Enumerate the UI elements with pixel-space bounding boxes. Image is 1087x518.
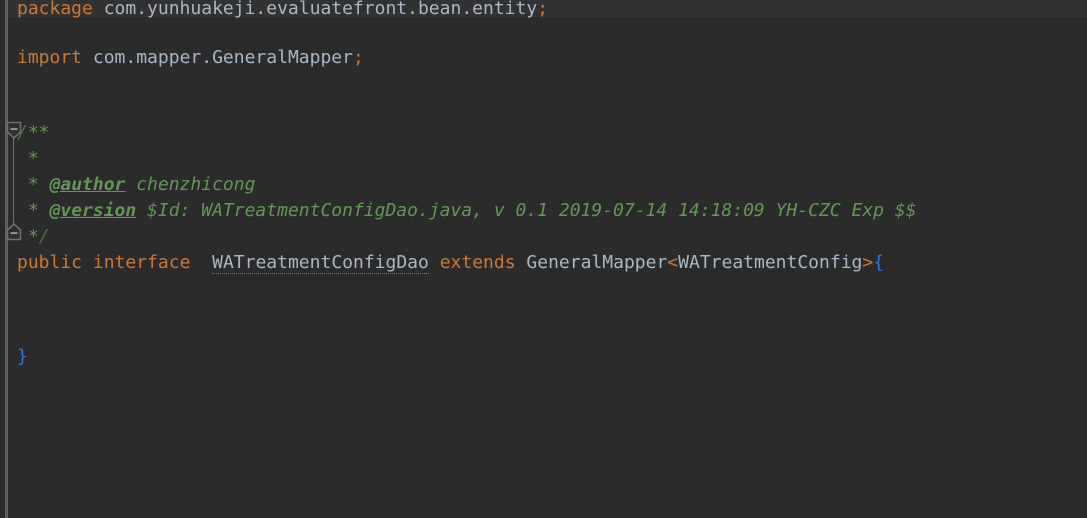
generic-open-bracket: < [667, 252, 679, 273]
code-line-package[interactable]: package com.yunhuakeji.evaluatefront.bea… [17, 0, 548, 22]
code-editor-window[interactable]: package com.yunhuakeji.evaluatefront.bea… [0, 0, 1087, 518]
import-name: com.mapper.GeneralMapper [92, 47, 353, 68]
javadoc-open-stars: ** [27, 122, 50, 143]
closing-brace: } [17, 346, 28, 367]
javadoc-author-value: chenzhicong [125, 174, 256, 195]
code-line-javadoc-version[interactable]: * @version $Id: WATreatmentConfigDao.jav… [17, 198, 917, 224]
interface-type-name[interactable]: WATreatmentConfigDao [212, 252, 429, 274]
generic-close-bracket: > [862, 252, 874, 273]
super-type-name[interactable]: GeneralMapper [526, 252, 667, 273]
javadoc-tag-author: @author [49, 174, 126, 195]
code-line-closing-brace[interactable]: } [17, 344, 28, 370]
code-line-javadoc-open[interactable]: /** [17, 120, 50, 146]
code-line-javadoc-author[interactable]: * @author chenzhicong [17, 172, 256, 198]
code-line-import[interactable]: import com.mapper.GeneralMapper; [17, 45, 364, 71]
semicolon: ; [537, 0, 549, 19]
javadoc-star: * [17, 200, 50, 221]
generic-type-argument[interactable]: WATreatmentConfig [678, 252, 862, 273]
javadoc-close-slash: / [38, 226, 50, 247]
keyword-package: package [17, 0, 93, 19]
keyword-import: import [17, 47, 83, 68]
keyword-public: public [17, 252, 83, 273]
code-content[interactable]: package com.yunhuakeji.evaluatefront.bea… [0, 0, 1087, 518]
code-line-javadoc-blank[interactable]: * [17, 146, 39, 172]
package-name: com.yunhuakeji.evaluatefront.bean.entity [103, 0, 538, 19]
code-line-interface-declaration[interactable]: public interface WATreatmentConfigDao ex… [17, 250, 884, 276]
javadoc-version-value: $Id: WATreatmentConfigDao.java, v 0.1 20… [136, 200, 917, 221]
javadoc-star: * [17, 174, 50, 195]
javadoc-star: * [17, 226, 39, 247]
keyword-interface: interface [92, 252, 191, 273]
javadoc-open-slash: / [17, 122, 28, 143]
semicolon: ; [352, 47, 364, 68]
keyword-extends: extends [439, 252, 516, 273]
code-line-javadoc-close[interactable]: */ [17, 224, 50, 250]
javadoc-star: * [17, 148, 39, 169]
opening-brace: { [873, 252, 885, 273]
javadoc-tag-version: @version [49, 200, 137, 221]
